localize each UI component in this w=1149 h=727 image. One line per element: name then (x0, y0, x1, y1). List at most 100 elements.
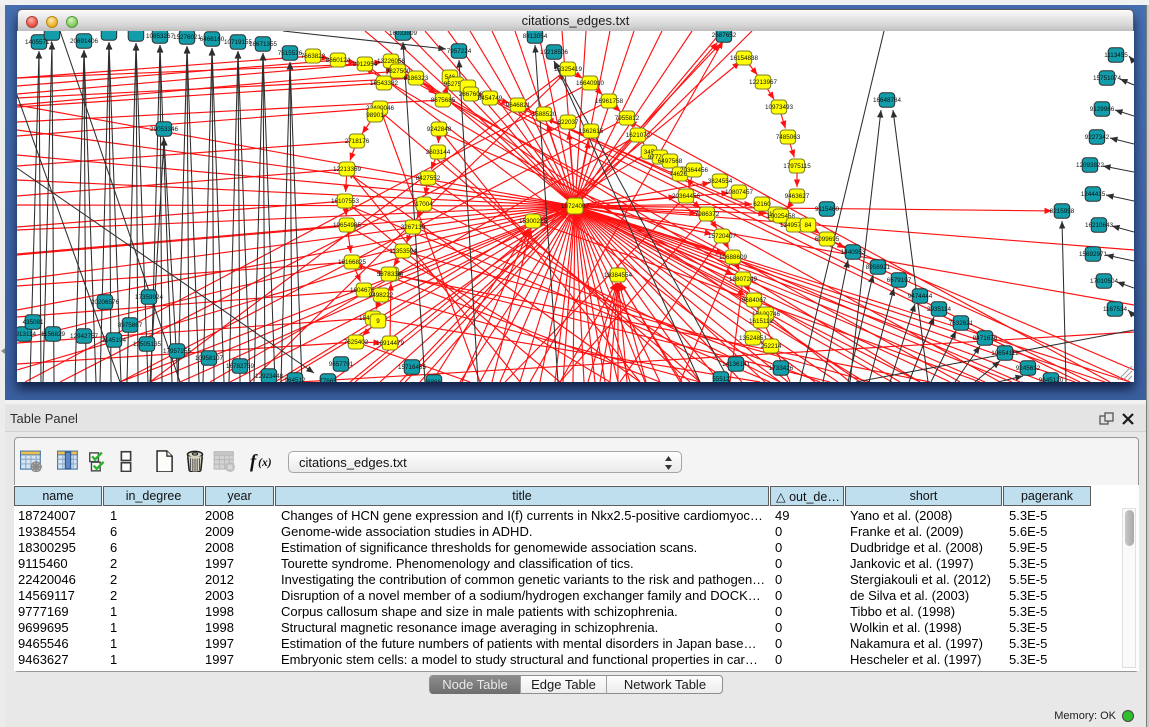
svg-text:17359924: 17359924 (135, 294, 164, 301)
svg-text:29053346: 29053346 (150, 126, 179, 133)
svg-text:11353594: 11353594 (389, 248, 417, 255)
svg-text:17975115: 17975115 (783, 163, 811, 170)
svg-text:2603144: 2603144 (426, 149, 451, 156)
svg-text:8912954: 8912954 (353, 61, 378, 68)
svg-text:7955812: 7955812 (615, 115, 640, 122)
svg-text:9129966: 9129966 (1090, 106, 1115, 113)
svg-text:1440953: 1440953 (841, 249, 866, 256)
svg-text:16914479: 16914479 (376, 340, 405, 347)
svg-text:1156829: 1156829 (41, 331, 66, 338)
svg-text:16671355: 16671355 (249, 41, 278, 48)
svg-text:7632621: 7632621 (949, 320, 974, 327)
svg-text:16107553: 16107553 (331, 198, 360, 205)
svg-text:1113455: 1113455 (1104, 52, 1128, 59)
svg-text:17010504: 17010504 (1090, 278, 1119, 285)
svg-text:10853267: 10853267 (146, 33, 175, 40)
svg-text:15692971: 15692971 (1079, 251, 1108, 258)
svg-text:1733426: 1733426 (769, 365, 794, 372)
svg-text:9498222: 9498222 (369, 292, 394, 299)
svg-text:77665: 77665 (319, 378, 337, 382)
svg-text:12213369: 12213369 (333, 166, 362, 173)
svg-text:16543382: 16543382 (370, 80, 399, 87)
svg-text:15300215: 15300215 (519, 218, 548, 225)
svg-text:20691406: 20691406 (70, 38, 99, 45)
svg-text:17957255: 17957255 (163, 348, 192, 355)
svg-text:8866: 8866 (427, 379, 442, 382)
svg-text:2718176: 2718176 (345, 138, 370, 145)
svg-text:10688609: 10688609 (719, 254, 748, 261)
svg-text:19166825: 19166825 (338, 259, 367, 266)
svg-text:17004: 17004 (415, 201, 433, 208)
svg-text:7485063: 7485063 (776, 134, 801, 141)
svg-text:9646821: 9646821 (506, 102, 531, 109)
svg-text:6679197: 6679197 (887, 277, 912, 284)
svg-text:19384554: 19384554 (604, 272, 633, 279)
svg-text:18724007: 18724007 (561, 203, 590, 210)
svg-text:16961758: 16961758 (595, 98, 624, 105)
svg-text:15716485: 15716485 (398, 364, 427, 371)
svg-text:20206576: 20206576 (91, 299, 120, 306)
svg-text:9684067: 9684067 (742, 297, 767, 304)
svg-text:3824554: 3824554 (708, 178, 733, 185)
svg-text:8471676: 8471676 (973, 335, 998, 342)
svg-text:15751074: 15751074 (1093, 75, 1122, 82)
svg-text:f: f (250, 451, 258, 472)
svg-text:1615112: 1615112 (749, 318, 774, 325)
svg-text:9474444: 9474444 (908, 293, 933, 300)
svg-text:5878334: 5878334 (377, 271, 402, 278)
svg-text:8215958: 8215958 (1050, 208, 1075, 215)
svg-text:9115460: 9115460 (815, 206, 840, 213)
svg-text:9242848: 9242848 (427, 126, 452, 133)
svg-text:12942757: 12942757 (70, 333, 99, 340)
svg-text:16154838: 16154838 (730, 55, 759, 62)
svg-text:12505135: 12505135 (133, 341, 162, 348)
svg-text:19218506: 19218506 (540, 49, 569, 56)
svg-text:8675685: 8675685 (431, 97, 456, 104)
svg-text:9245612: 9245612 (1016, 365, 1041, 372)
svg-text:12923448: 12923448 (255, 373, 284, 380)
svg-text:10958107: 10958107 (195, 355, 224, 362)
svg-text:9645120: 9645120 (1039, 377, 1064, 382)
svg-text:12093822: 12093822 (1076, 162, 1105, 169)
svg-text:8975867: 8975867 (118, 322, 143, 329)
svg-text:8958921: 8958921 (866, 264, 891, 271)
svg-text:14136141: 14136141 (722, 361, 751, 368)
svg-text:9: 9 (376, 318, 380, 325)
svg-text:252214: 252214 (760, 343, 782, 350)
svg-text:9657791: 9657791 (329, 361, 354, 368)
svg-text:1167534: 1167534 (1103, 306, 1128, 313)
svg-text:20364456: 20364456 (672, 193, 701, 200)
svg-text:98901: 98901 (366, 112, 384, 119)
svg-text:8427552: 8427552 (416, 175, 441, 182)
svg-text:16640910: 16640910 (576, 80, 605, 87)
svg-text:6497568: 6497568 (658, 158, 683, 165)
svg-text:7957224: 7957224 (447, 48, 472, 55)
svg-text:964512: 964512 (284, 377, 306, 382)
svg-text:1621072: 1621072 (626, 132, 651, 139)
svg-text:2935114: 2935114 (927, 306, 952, 313)
svg-text:822037: 822037 (557, 119, 579, 126)
svg-text:8660124: 8660124 (326, 57, 351, 64)
svg-text:7515526: 7515526 (278, 50, 303, 57)
svg-text:7625402: 7625402 (344, 339, 369, 346)
svg-text:1588520: 1588520 (532, 111, 557, 118)
svg-text:62160: 62160 (753, 201, 771, 208)
svg-text:18807249: 18807249 (729, 276, 758, 283)
svg-text:15720407: 15720407 (708, 233, 737, 240)
svg-text:10973493: 10973493 (765, 104, 794, 111)
svg-text:9827500: 9827500 (386, 68, 411, 75)
svg-text:16210643: 16210643 (1085, 222, 1114, 229)
svg-text:9227342: 9227342 (1085, 134, 1110, 141)
svg-text:7986372: 7986372 (695, 211, 720, 218)
svg-text:16782759: 16782759 (226, 363, 255, 370)
svg-text:9463627: 9463627 (785, 193, 810, 200)
svg-text:8186323: 8186323 (404, 75, 429, 82)
svg-text:13325419: 13325419 (554, 66, 583, 73)
svg-text:15276021: 15276021 (173, 34, 202, 41)
svg-text:19654985: 19654985 (333, 222, 362, 229)
svg-text:1362615: 1362615 (579, 128, 604, 135)
svg-text:16033809: 16033809 (389, 31, 418, 37)
svg-text:6099695: 6099695 (815, 236, 840, 243)
svg-text:(x): (x) (258, 456, 272, 469)
svg-text:20364456: 20364456 (680, 167, 709, 174)
